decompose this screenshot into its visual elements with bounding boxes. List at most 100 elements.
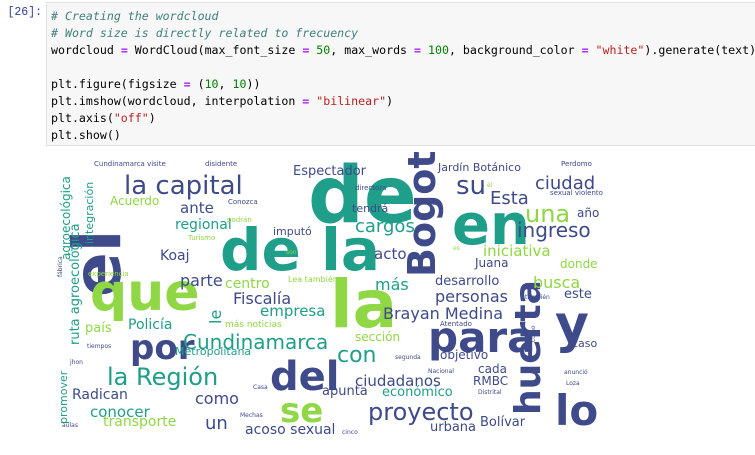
- code-token: ,: [218, 77, 233, 91]
- wordcloud-word: transporte: [103, 414, 176, 430]
- wordcloud-word: objetivo: [440, 348, 488, 362]
- wordcloud-word: agroecológica: [59, 176, 73, 260]
- code-token: # Word size is directly related to frecu…: [51, 26, 359, 40]
- wordcloud-word: integración: [83, 182, 96, 244]
- wordcloud-word: Atentado: [440, 320, 472, 328]
- wordcloud-word: RMBC: [473, 374, 508, 388]
- wordcloud-word: año: [577, 206, 599, 220]
- code-token: 10: [204, 77, 219, 91]
- cell-output: de de la la el que en para y Bogotá huerta del por l…: [50, 125, 615, 438]
- wordcloud-word: caso: [572, 337, 598, 350]
- code-line: plt.imshow(wordcloud, interpolation = "b…: [51, 93, 755, 110]
- code-token: "off": [113, 111, 149, 125]
- code-cell-input[interactable]: # Creating the wordcloud # Word size is d…: [46, 2, 755, 146]
- wordcloud-word: cinco: [342, 429, 358, 436]
- wordcloud-word: Acuerdo: [110, 194, 159, 208]
- wordcloud-word: acoso sexual: [245, 422, 335, 436]
- wordcloud-word: ante: [180, 199, 214, 217]
- wordcloud-word: Koaj: [160, 248, 190, 264]
- wordcloud-word: cómo: [530, 325, 537, 342]
- code-token: plt.imshow(wordcloud, interpolation: [51, 94, 303, 108]
- code-line: plt.figure(figsize = (10, 10)): [51, 76, 755, 93]
- wordcloud-word: Mechas: [240, 412, 263, 419]
- wordcloud-word: Perdomo: [561, 160, 592, 168]
- wordcloud-word: es: [453, 245, 460, 252]
- code-token: , background_color: [448, 43, 582, 57]
- wordcloud-word: Distrital: [478, 389, 502, 396]
- cell-prompt: [26]:: [7, 6, 42, 19]
- code-token: =: [581, 43, 589, 57]
- wordcloud-word: fábrica: [57, 256, 64, 277]
- code-token: ): [148, 111, 156, 125]
- wordcloud-word: Nacional: [428, 368, 454, 375]
- wordcloud-word: son: [286, 249, 297, 256]
- code-token: ).generate(text): [644, 43, 755, 57]
- wordcloud-word: imputó: [273, 225, 312, 238]
- wordcloud-word: disidente: [205, 160, 237, 168]
- wordcloud-word: podrán: [227, 216, 252, 224]
- code-token: 10: [232, 77, 247, 91]
- wordcloud-image: dede lalaelqueenpara yBogotáhuertadelporl…: [57, 125, 603, 438]
- wordcloud-word: experiencia: [88, 270, 129, 278]
- wordcloud-word: Policía: [128, 317, 172, 333]
- wordcloud-word: Cundinamarca visite: [94, 160, 166, 168]
- code-token: )): [246, 77, 261, 91]
- wordcloud-word: empresa: [260, 302, 325, 320]
- wordcloud-word: le: [206, 310, 225, 324]
- wordcloud-word: Turismo: [187, 234, 215, 242]
- wordcloud-word: Loza: [566, 380, 580, 387]
- wordcloud-word: parte: [180, 271, 223, 290]
- wordcloud-word: aulas: [62, 422, 78, 429]
- wordcloud-word: Espectador: [293, 164, 367, 179]
- wordcloud-word: ingreso: [517, 218, 591, 242]
- wordcloud-word: Lea también: [288, 274, 338, 284]
- wordcloud-word: él: [487, 182, 493, 189]
- code-line: plt.show(): [51, 127, 755, 144]
- wordcloud-word: más noticias: [225, 320, 282, 330]
- code-token: plt.axis(: [51, 111, 114, 125]
- code-line: # Word size is directly related to frecu…: [51, 25, 755, 42]
- code-token: =: [183, 77, 191, 91]
- code-token: =: [414, 43, 421, 57]
- code-token: "white": [595, 43, 645, 57]
- code-token: 50: [316, 43, 331, 57]
- wordcloud-word: anunció: [564, 369, 588, 376]
- code-token: plt.show(): [51, 128, 121, 142]
- code-editor[interactable]: # Creating the wordcloud # Word size is d…: [47, 3, 755, 144]
- wordcloud-word: segunda: [395, 354, 421, 361]
- wordcloud-word: Bolívar: [480, 415, 526, 430]
- code-token: "bilinear": [316, 94, 387, 108]
- wordcloud-word: lo: [555, 386, 598, 435]
- wordcloud-word: más: [375, 275, 409, 294]
- wordcloud-word: Conozca: [228, 198, 258, 206]
- wordcloud-word: país: [85, 321, 112, 336]
- wordcloud-word: regional: [175, 217, 232, 233]
- wordcloud-word: Radican: [72, 387, 128, 403]
- wordcloud-word: Jardín Botánico: [437, 161, 521, 174]
- code-token: (: [190, 77, 205, 91]
- wordcloud-word: su: [456, 171, 486, 201]
- wordcloud-word: un: [205, 413, 228, 434]
- wordcloud-word: económico: [382, 385, 453, 400]
- code-line: plt.axis("off"): [51, 110, 755, 127]
- code-token: # Creating the wordcloud: [51, 9, 219, 23]
- wordcloud-word: Juana: [474, 256, 508, 270]
- code-line: # Creating the wordcloud: [51, 8, 755, 25]
- code-token: ): [386, 94, 394, 108]
- wordcloud-word: Esta: [490, 188, 529, 209]
- wordcloud-word: también: [525, 294, 550, 301]
- code-token: , max_words: [330, 43, 415, 57]
- code-token: wordcloud: [51, 43, 121, 57]
- wordcloud-word: promover: [57, 370, 70, 424]
- code-token: WordCloud(max_font_size: [127, 43, 303, 57]
- wordcloud-word: directora: [355, 184, 386, 192]
- wordcloud-word: sexual violento: [550, 189, 603, 197]
- wordcloud-word: como: [195, 389, 239, 408]
- wordcloud-word: desarrollo: [435, 274, 499, 289]
- wordcloud-word: este: [564, 287, 592, 302]
- wordcloud-word: tendrá: [352, 202, 388, 215]
- code-line: wordcloud = WordCloud(max_font_size = 50…: [51, 42, 755, 59]
